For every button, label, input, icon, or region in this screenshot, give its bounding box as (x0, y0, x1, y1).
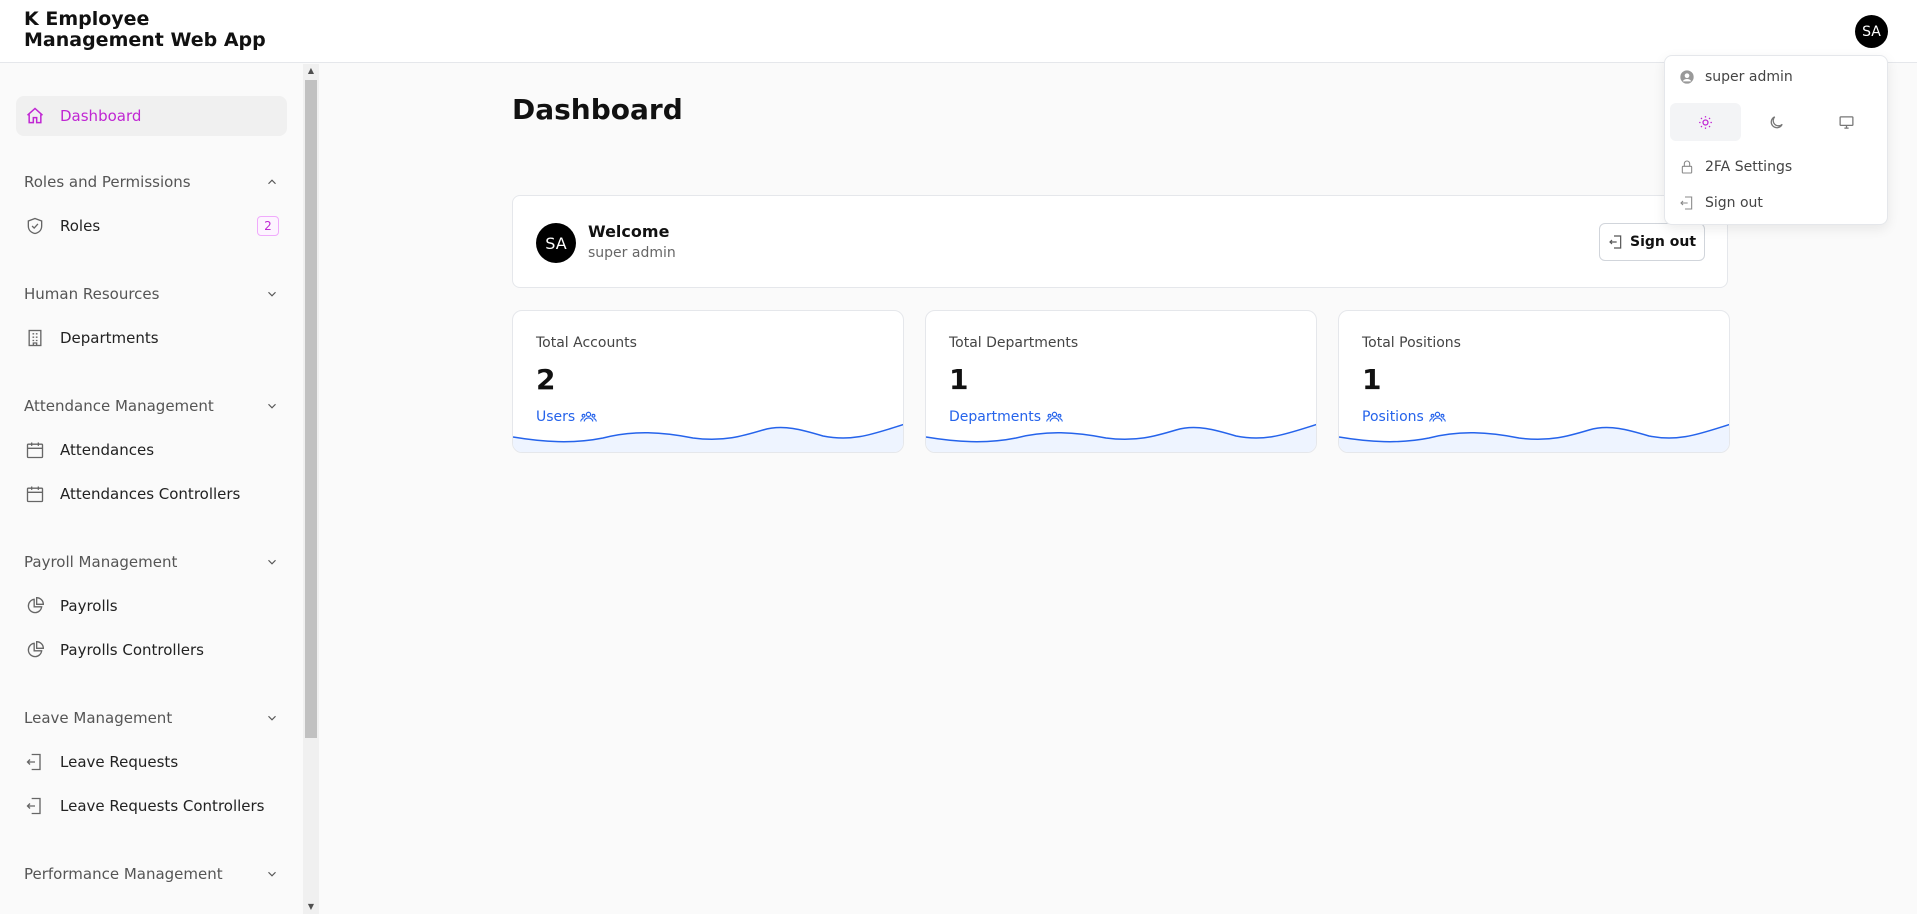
welcome-title: Welcome (588, 222, 670, 241)
chevron-down-icon (268, 403, 276, 409)
stat-label: Total Positions (1362, 335, 1461, 351)
welcome-card: SA Welcome super admin Sign out (512, 195, 1728, 288)
sidebar-item-dashboard[interactable]: Dashboard (16, 96, 287, 136)
chevron-up-icon (268, 179, 276, 185)
dropdown-user: super admin (1679, 66, 1793, 88)
sidebar-item-payrolls-controllers[interactable]: Payrolls Controllers (16, 630, 287, 670)
calendar-icon (24, 483, 46, 505)
sun-icon (1698, 115, 1712, 129)
sidebar-item-payrolls[interactable]: Payrolls (16, 586, 287, 626)
section-label: Payroll Management (24, 553, 178, 571)
section-leave-management[interactable]: Leave Management (24, 706, 279, 730)
section-label: Performance Management (24, 865, 223, 883)
sidebar-item-leave-requests-controllers[interactable]: Leave Requests Controllers (16, 786, 287, 826)
scroll-down-arrow-icon[interactable]: ▼ (303, 900, 319, 914)
scroll-up-arrow-icon[interactable]: ▲ (303, 64, 319, 78)
sidebar-item-label: Leave Requests Controllers (60, 797, 265, 815)
sidebar-item-leave-requests[interactable]: Leave Requests (16, 742, 287, 782)
top-bar: K Employee Management Web App SA (0, 0, 1917, 63)
app-title: K Employee Management Web App (24, 8, 266, 51)
sidebar-item-label: Payrolls (60, 597, 118, 615)
sidebar-item-attendances[interactable]: Attendances (16, 430, 287, 470)
sign-out-icon (1680, 196, 1693, 210)
monitor-icon (1839, 115, 1854, 129)
avatar: SA (536, 223, 576, 263)
sparkline-wave (1339, 423, 1729, 452)
sidebar-scrollbar[interactable]: ▲ ▼ (303, 64, 319, 914)
section-label: Attendance Management (24, 397, 214, 415)
sidebar-item-label: Roles (60, 217, 101, 235)
sign-out-button[interactable]: Sign out (1599, 223, 1705, 261)
sidebar-item-label: Dashboard (60, 107, 142, 125)
chevron-down-icon (268, 715, 276, 721)
page-title: Dashboard (512, 93, 683, 126)
moon-icon (1770, 115, 1783, 128)
sign-out-label: Sign out (1629, 234, 1697, 250)
section-label: Leave Management (24, 709, 173, 727)
building-icon (24, 327, 46, 349)
user-dropdown-menu: super admin 2FA Settings Sign out (1664, 55, 1888, 225)
sidebar-item-departments[interactable]: Departments (16, 318, 287, 358)
theme-system-button[interactable] (1811, 103, 1882, 141)
theme-dark-button[interactable] (1741, 103, 1812, 141)
count-badge: 2 (257, 216, 279, 236)
sign-out-icon (1609, 235, 1622, 249)
section-human-resources[interactable]: Human Resources (24, 282, 279, 306)
section-payroll-management[interactable]: Payroll Management (24, 550, 279, 574)
dropdown-2fa-label: 2FA Settings (1705, 159, 1793, 175)
chevron-down-icon (268, 559, 276, 565)
home-icon (24, 105, 46, 127)
chevron-down-icon (268, 871, 276, 877)
section-label: Roles and Permissions (24, 173, 191, 191)
door-exit-icon (24, 795, 46, 817)
dropdown-sign-out[interactable]: Sign out (1679, 192, 1763, 214)
lock-icon (1681, 160, 1693, 174)
user-avatar-button[interactable]: SA (1855, 15, 1888, 48)
user-circle-icon (1680, 70, 1694, 84)
sidebar-item-attendances-controllers[interactable]: Attendances Controllers (16, 474, 287, 514)
stat-value: 2 (536, 363, 556, 396)
theme-switcher (1670, 103, 1882, 141)
section-attendance-management[interactable]: Attendance Management (24, 394, 279, 418)
dropdown-user-label: super admin (1705, 69, 1793, 85)
stat-label: Total Departments (949, 335, 1079, 351)
stat-card-total-positions: Total Positions 1 Positions (1338, 310, 1730, 453)
sidebar: Dashboard Roles and Permissions Roles 2 … (0, 64, 303, 914)
sidebar-item-label: Payrolls Controllers (60, 641, 204, 659)
section-label: Human Resources (24, 285, 160, 303)
pie-chart-icon (24, 639, 46, 661)
stat-label: Total Accounts (536, 335, 637, 351)
chevron-down-icon (268, 291, 276, 297)
section-performance-management[interactable]: Performance Management (24, 862, 279, 886)
sidebar-item-label: Attendances Controllers (60, 485, 241, 503)
sparkline-wave (513, 423, 903, 452)
stat-card-total-departments: Total Departments 1 Departments (925, 310, 1317, 453)
dropdown-sign-out-label: Sign out (1705, 195, 1763, 211)
stat-value: 1 (949, 363, 969, 396)
shield-check-icon (24, 215, 46, 237)
scrollbar-thumb[interactable] (305, 80, 317, 738)
theme-light-button[interactable] (1670, 103, 1741, 141)
sidebar-item-label: Attendances (60, 441, 155, 459)
sidebar-item-label: Leave Requests (60, 753, 179, 771)
sparkline-wave (926, 423, 1316, 452)
stat-card-total-accounts: Total Accounts 2 Users (512, 310, 904, 453)
sidebar-item-roles[interactable]: Roles 2 (16, 206, 287, 246)
stat-value: 1 (1362, 363, 1382, 396)
pie-chart-icon (24, 595, 46, 617)
welcome-username: super admin (588, 245, 676, 261)
dropdown-2fa-settings[interactable]: 2FA Settings (1679, 156, 1792, 178)
door-exit-icon (24, 751, 46, 773)
section-roles-and-permissions[interactable]: Roles and Permissions (24, 170, 279, 194)
sidebar-item-label: Departments (60, 329, 159, 347)
calendar-icon (24, 439, 46, 461)
